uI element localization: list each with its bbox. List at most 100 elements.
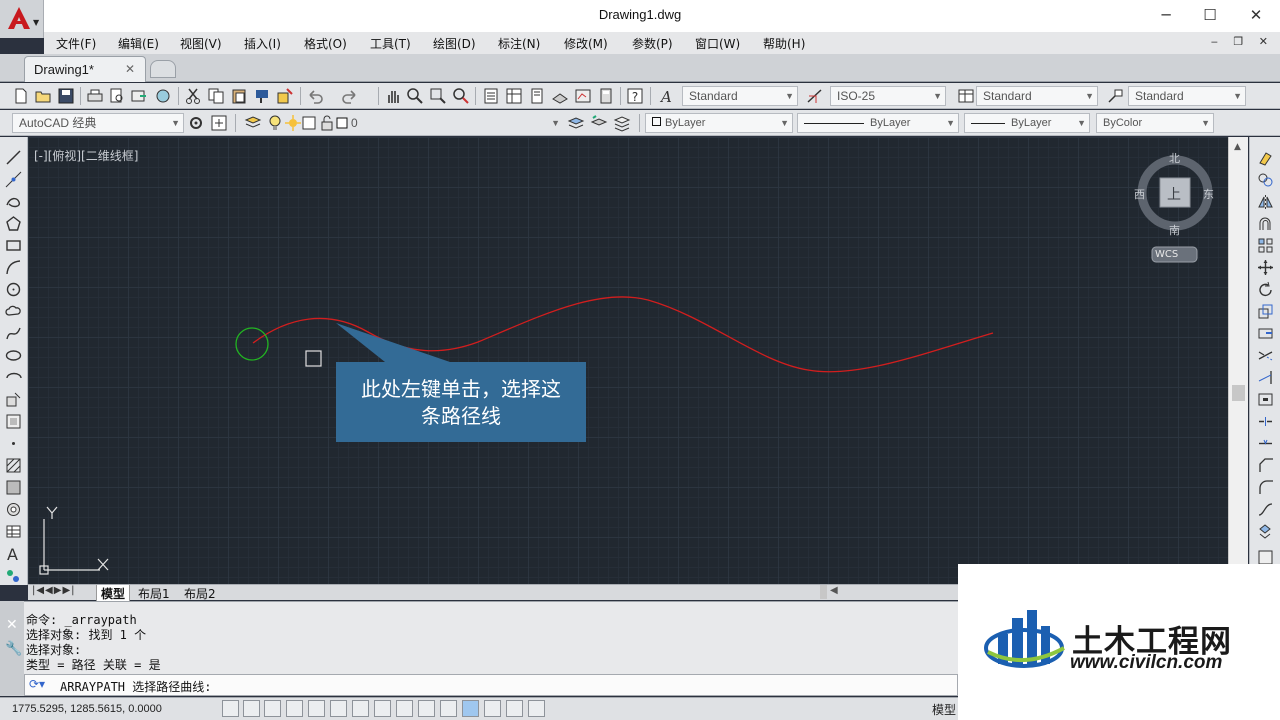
scale-icon[interactable] [1257, 303, 1274, 320]
array-icon[interactable] [1257, 237, 1274, 254]
selection-cycling-icon[interactable] [506, 700, 523, 717]
polyline-icon[interactable] [5, 193, 22, 210]
extend-icon[interactable] [1257, 369, 1274, 386]
chamfer-icon[interactable] [1257, 457, 1274, 474]
new-tab-button[interactable] [150, 60, 176, 78]
lineweight-select[interactable]: ByLayer ▼ [964, 113, 1090, 133]
layer-properties-icon[interactable] [244, 114, 262, 132]
region-icon[interactable] [5, 501, 22, 518]
point-icon[interactable] [5, 435, 22, 452]
zoom-previous-icon[interactable] [452, 87, 470, 105]
menu-draw[interactable]: 绘图(D) [433, 35, 476, 52]
copy-icon[interactable] [207, 87, 225, 105]
menu-format[interactable]: 格式(O) [304, 35, 347, 52]
join-icon[interactable] [1257, 435, 1274, 452]
make-current-icon[interactable] [567, 114, 585, 132]
open-file-icon[interactable] [34, 87, 52, 105]
polar-tracking-icon[interactable] [308, 700, 325, 717]
linetype-select[interactable]: ByLayer ▼ [797, 113, 959, 133]
layer-select[interactable]: 0 ▼ [344, 113, 564, 133]
close-icon[interactable]: ✕ [6, 617, 18, 633]
properties-icon[interactable] [482, 87, 500, 105]
layer-previous-icon[interactable] [590, 114, 608, 132]
viewcube-east[interactable]: 东 [1203, 186, 1214, 202]
match-properties-icon[interactable] [253, 87, 271, 105]
layer-on-icon[interactable] [266, 114, 284, 132]
vertical-scrollbar[interactable]: ▲ [1228, 137, 1248, 584]
design-center-icon[interactable] [505, 87, 523, 105]
table-icon[interactable] [5, 523, 22, 540]
save-icon[interactable] [57, 87, 75, 105]
redo-icon[interactable] [341, 87, 359, 105]
revision-cloud-icon[interactable] [5, 303, 22, 320]
tab-layout1[interactable]: 布局1 [138, 585, 170, 602]
insert-block-icon[interactable] [5, 391, 22, 408]
new-file-icon[interactable] [12, 87, 30, 105]
copy-object-icon[interactable] [1257, 171, 1274, 188]
break-at-point-icon[interactable] [1257, 391, 1274, 408]
menu-view[interactable]: 视图(V) [180, 35, 222, 52]
menu-edit[interactable]: 编辑(E) [118, 35, 159, 52]
object-snap-tracking-icon[interactable] [374, 700, 391, 717]
fillet-icon[interactable] [1257, 479, 1274, 496]
viewcube-west[interactable]: 西 [1134, 186, 1145, 202]
layer-states-icon[interactable] [613, 114, 631, 132]
cut-icon[interactable] [184, 87, 202, 105]
paste-icon[interactable] [230, 87, 248, 105]
tab-close-icon[interactable]: ✕ [125, 62, 135, 76]
menu-dimension[interactable]: 标注(N) [498, 35, 540, 52]
menu-help[interactable]: 帮助(H) [763, 35, 805, 52]
help-icon[interactable]: ? [626, 87, 644, 105]
explode-icon[interactable] [1257, 523, 1274, 540]
menu-modify[interactable]: 修改(M) [564, 35, 608, 52]
move-icon[interactable] [1257, 259, 1274, 276]
pan-icon[interactable] [384, 87, 402, 105]
table-style-select[interactable]: Standard ▼ [976, 86, 1098, 106]
infer-constraints-icon[interactable] [222, 700, 239, 717]
3d-object-snap-icon[interactable] [352, 700, 369, 717]
add-selected-icon[interactable] [5, 567, 22, 584]
hatch-icon[interactable] [5, 457, 22, 474]
wrench-icon[interactable]: 🔧 [5, 641, 22, 657]
dynamic-ucs-icon[interactable] [396, 700, 413, 717]
drawing-canvas[interactable] [28, 137, 1228, 584]
rectangle-icon[interactable] [5, 237, 22, 254]
object-snap-icon[interactable] [330, 700, 347, 717]
polygon-icon[interactable] [5, 215, 22, 232]
quick-properties-icon[interactable] [484, 700, 501, 717]
ellipse-arc-icon[interactable] [5, 369, 22, 386]
minimize-button[interactable]: ─ [1152, 4, 1180, 26]
customize-icon[interactable] [210, 114, 228, 132]
command-window-handle[interactable]: ✕ 🔧 [0, 601, 24, 696]
hscroll-thumb[interactable] [820, 585, 827, 599]
model-space-label[interactable]: 模型 [932, 701, 956, 718]
break-icon[interactable] [1257, 413, 1274, 430]
viewport-controls[interactable]: [-][俯视][二维线框] [34, 147, 138, 164]
line-icon[interactable] [5, 149, 22, 166]
stretch-icon[interactable] [1257, 325, 1274, 342]
mirror-icon[interactable] [1257, 193, 1274, 210]
transparency-toggle-icon[interactable] [462, 700, 479, 717]
viewcube-top-face[interactable]: 上 [1167, 184, 1181, 204]
scroll-left-icon[interactable]: ◀ [830, 585, 838, 596]
construction-line-icon[interactable] [5, 171, 22, 188]
rotate-icon[interactable] [1257, 281, 1274, 298]
grid-display-icon[interactable] [264, 700, 281, 717]
dim-style-select[interactable]: ISO-25 ▼ [830, 86, 946, 106]
calculator-icon[interactable] [597, 87, 615, 105]
workspace-select[interactable]: AutoCAD 经典 ▼ [12, 113, 184, 133]
menu-insert[interactable]: 插入(I) [244, 35, 281, 52]
block-editor-icon[interactable] [276, 87, 294, 105]
text-style-select[interactable]: Standard ▼ [682, 86, 798, 106]
scroll-up-icon[interactable]: ▲ [1234, 142, 1241, 152]
gradient-icon[interactable] [5, 479, 22, 496]
zoom-window-icon[interactable] [429, 87, 447, 105]
snap-mode-icon[interactable] [243, 700, 260, 717]
make-block-icon[interactable] [5, 413, 22, 430]
ortho-mode-icon[interactable] [286, 700, 303, 717]
ellipse-icon[interactable] [5, 347, 22, 364]
coordinate-readout[interactable]: 1775.5295, 1285.5615, 0.0000 [12, 703, 162, 715]
close-button[interactable]: ✕ [1242, 4, 1270, 26]
scroll-thumb[interactable] [1232, 385, 1245, 401]
dim-style-icon[interactable] [806, 87, 824, 105]
